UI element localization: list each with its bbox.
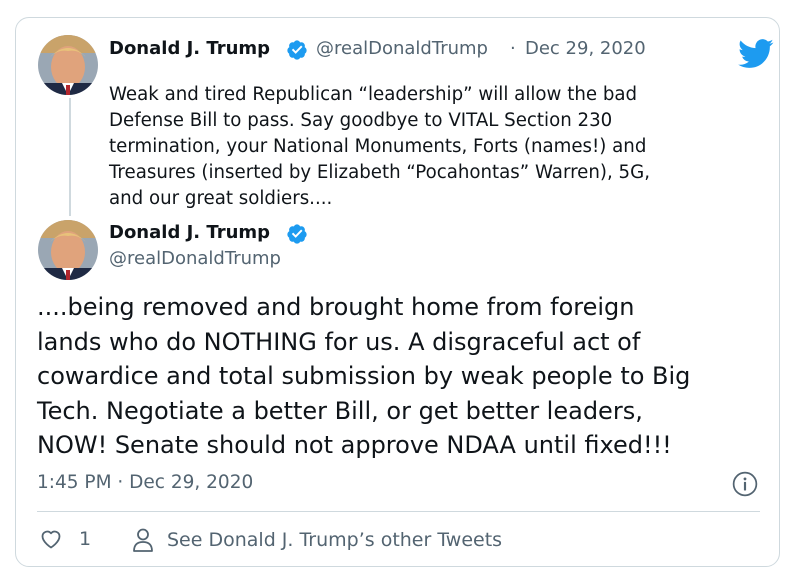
verified-badge-icon	[287, 224, 307, 244]
tweet-embed-card: Donald J. Trump @realDonaldTrump · Dec 2…	[15, 17, 780, 567]
avatar[interactable]	[38, 220, 98, 280]
other-tweets-link[interactable]: See Donald J. Trump’s other Tweets	[131, 527, 502, 553]
divider	[37, 511, 760, 512]
person-icon	[133, 528, 153, 552]
twitter-bird-icon[interactable]	[738, 39, 774, 69]
author-name[interactable]: Donald J. Trump	[109, 38, 270, 59]
author-handle[interactable]: @realDonaldTrump	[316, 38, 488, 59]
parent-tweet-text: Weak and tired Republican “leadership” w…	[109, 84, 651, 209]
tweet-date[interactable]: Dec 29, 2020	[525, 38, 646, 59]
author-handle[interactable]: @realDonaldTrump	[109, 248, 281, 269]
tweet-timestamp[interactable]: 1:45 PM · Dec 29, 2020	[37, 472, 253, 493]
heart-icon	[41, 530, 61, 549]
main-tweet-text: ....being removed and brought home from …	[37, 293, 691, 459]
verified-badge-icon	[287, 40, 307, 60]
meta-separator: ·	[510, 38, 516, 59]
info-icon[interactable]	[732, 471, 758, 497]
thread-connector	[69, 98, 71, 216]
author-name[interactable]: Donald J. Trump	[109, 222, 270, 243]
other-tweets-label: See Donald J. Trump’s other Tweets	[167, 529, 503, 551]
like-count: 1	[79, 528, 92, 550]
like-button[interactable]: 1	[38, 527, 91, 551]
avatar[interactable]	[38, 35, 98, 95]
